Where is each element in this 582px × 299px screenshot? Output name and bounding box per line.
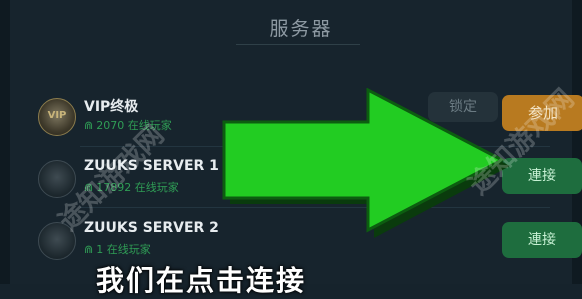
connect-button[interactable]: 連接 <box>502 222 582 258</box>
online-count: ⋒ 1 在线玩家 <box>84 243 151 256</box>
server-name: ZUUKS SERVER 2 <box>84 220 219 236</box>
title-divider <box>236 44 360 45</box>
signal-icon: ⋒ <box>84 119 94 132</box>
signal-icon: ⋒ <box>84 243 94 256</box>
subtitle-caption: 我们在点击连接 <box>96 264 307 297</box>
arrow-shape <box>222 88 506 233</box>
server-name: VIP终极 <box>84 99 139 115</box>
page-title: 服务器 <box>269 18 333 40</box>
panel-left-edge <box>0 0 10 284</box>
vip-badge-icon: VIP <box>38 98 76 136</box>
